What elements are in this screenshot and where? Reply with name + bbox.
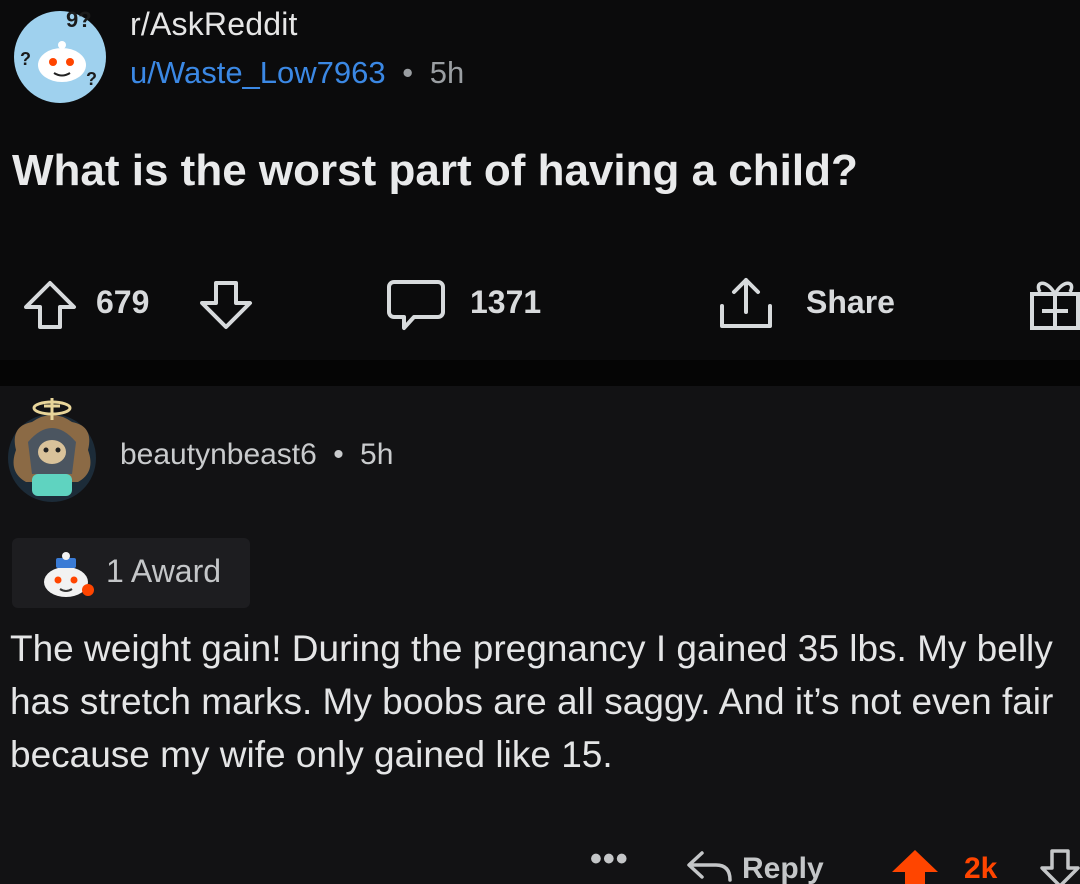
downvote-arrow-icon[interactable] <box>198 280 254 330</box>
upvote-count: 679 <box>96 284 150 320</box>
post-author-link[interactable]: u/Waste_Low7963 <box>130 55 386 90</box>
share-icon[interactable] <box>716 274 776 332</box>
post-title[interactable]: What is the worst part of having a child… <box>12 146 858 196</box>
user-avatar-icon[interactable] <box>2 392 102 504</box>
downvote-arrow-icon[interactable] <box>1040 848 1080 884</box>
svg-text:?: ? <box>86 69 97 89</box>
award-label: 1 Award <box>106 553 222 589</box>
reply-button[interactable]: Reply <box>742 852 824 884</box>
award-icon <box>44 552 94 597</box>
comment-body: The weight gain! During the pregnancy I … <box>10 628 1054 775</box>
comment-action-bar: ••• Reply 2k <box>0 840 1080 884</box>
comment-age: 5h <box>360 438 394 471</box>
svg-text:?: ? <box>20 49 31 69</box>
comment-count: 1371 <box>470 284 542 320</box>
share-button[interactable]: Share <box>806 284 895 321</box>
more-options-icon[interactable]: ••• <box>590 840 629 879</box>
comment-score: 2k <box>964 852 998 884</box>
post: 9? ? ? r/AskReddit u/Waste_Low7963 • 5h … <box>0 0 1080 360</box>
reddit-thread-screen: 9? ? ? r/AskReddit u/Waste_Low7963 • 5h … <box>0 0 1080 884</box>
meta-separator: • <box>333 438 344 471</box>
comment-bubble-icon[interactable] <box>386 278 446 332</box>
comment: beautynbeast6 • 5h 1 Award The weight ga… <box>0 386 1080 884</box>
award-gift-icon[interactable] <box>1026 274 1080 332</box>
post-age: 5h <box>429 55 465 90</box>
comment-meta: beautynbeast6 • 5h <box>120 438 393 472</box>
subreddit-name[interactable]: r/AskReddit <box>130 6 298 43</box>
section-divider <box>0 360 1080 386</box>
post-meta: u/Waste_Low7963 • 5h <box>130 55 464 91</box>
comment-username[interactable]: beautynbeast6 <box>120 438 317 471</box>
award-chip[interactable]: 1 Award <box>12 538 250 608</box>
upvote-arrow-icon[interactable] <box>890 848 940 884</box>
reply-icon[interactable] <box>686 850 732 884</box>
svg-text:9?: 9? <box>66 7 92 32</box>
post-action-bar: 679 1371 Share <box>0 270 1080 332</box>
upvote-arrow-icon[interactable] <box>22 280 78 330</box>
meta-separator: • <box>402 55 414 90</box>
subreddit-avatar-icon[interactable]: 9? ? ? <box>10 5 110 105</box>
